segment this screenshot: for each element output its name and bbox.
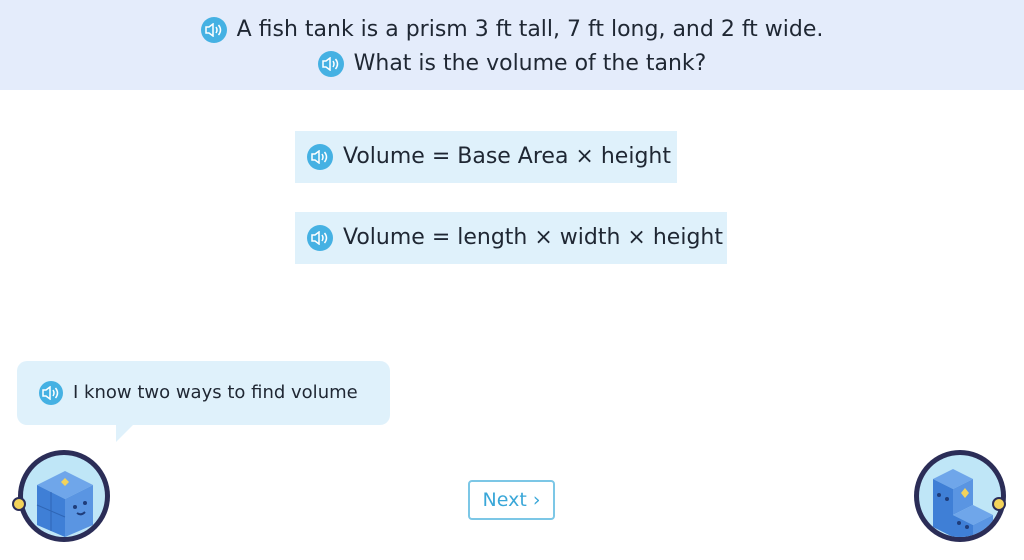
speaker-icon[interactable] bbox=[317, 51, 344, 77]
formula-text: Volume = Base Area × height bbox=[343, 144, 671, 169]
speaker-icon[interactable] bbox=[39, 381, 63, 405]
avatar-inner bbox=[23, 455, 105, 537]
cube-character-icon bbox=[36, 471, 93, 537]
question-text-1: A fish tank is a prism 3 ft tall, 7 ft l… bbox=[236, 17, 824, 42]
avatar-indicator-dot bbox=[12, 497, 26, 511]
formula-length-width-height: Volume = length × width × height bbox=[295, 212, 727, 264]
question-header: A fish tank is a prism 3 ft tall, 7 ft l… bbox=[0, 0, 1024, 90]
next-button[interactable]: Next › bbox=[468, 480, 555, 520]
question-text-2: What is the volume of the tank? bbox=[353, 51, 707, 76]
question-line-2: What is the volume of the tank? bbox=[0, 49, 1024, 79]
speaker-icon[interactable] bbox=[200, 17, 227, 43]
avatar-inner bbox=[919, 455, 1001, 537]
cube-stairs-character-icon bbox=[933, 469, 993, 537]
speaker-icon[interactable] bbox=[307, 225, 333, 251]
speaker-icon[interactable] bbox=[307, 144, 333, 170]
question-line-1: A fish tank is a prism 3 ft tall, 7 ft l… bbox=[0, 15, 1024, 45]
blue-cube-character-avatar[interactable] bbox=[12, 450, 110, 542]
speech-bubble-text: I know two ways to find volume bbox=[73, 382, 358, 403]
formula-base-area: Volume = Base Area × height bbox=[295, 131, 677, 183]
speech-bubble: I know two ways to find volume bbox=[17, 361, 390, 425]
avatar-indicator-dot bbox=[992, 497, 1006, 511]
blue-cube-stairs-character-avatar[interactable] bbox=[914, 450, 1006, 542]
formula-text: Volume = length × width × height bbox=[343, 225, 723, 250]
speech-bubble-tail bbox=[116, 424, 134, 442]
